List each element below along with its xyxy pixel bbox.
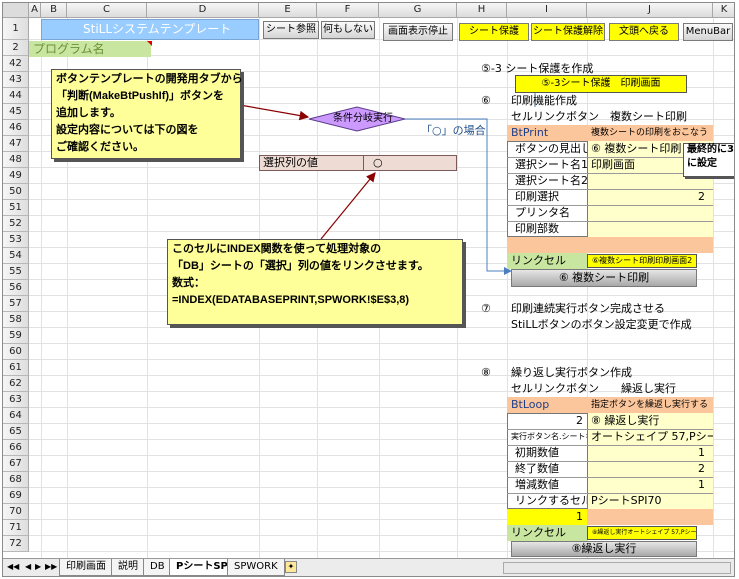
- section-7-title: 印刷連続実行ボタン完成させる: [511, 302, 665, 315]
- linkcell-value[interactable]: PシートSPI70: [587, 493, 709, 509]
- loop-exec-button[interactable]: ⑧繰返し実行: [511, 541, 697, 557]
- tab-last-icon[interactable]: ▶▶: [45, 562, 57, 571]
- printsel-value[interactable]: 2: [587, 189, 709, 205]
- section-6-title: 印刷機能作成: [511, 94, 577, 107]
- section-8-num: ⑧: [481, 366, 491, 379]
- btloop-name: BtLoop: [511, 398, 550, 411]
- callout-pointer-bottom: [320, 172, 376, 240]
- exec-label: 実行ボタン名.シート名: [511, 432, 587, 441]
- section-8-title: 繰り返し実行ボタン作成: [511, 366, 632, 379]
- new-sheet-icon[interactable]: ✦: [285, 561, 297, 573]
- link-label: リンクセル: [511, 254, 566, 267]
- tab-print-screen[interactable]: 印刷画面: [59, 559, 113, 576]
- end-label: 終了数値: [515, 462, 559, 475]
- inc-label: 増減数値: [515, 478, 559, 491]
- loop-number[interactable]: 2: [507, 413, 587, 429]
- sheet-tab-bar: ◀◀ ◀ ▶ ▶▶ 印刷画面 説明 DB PシートSP SPWORK ✦: [3, 558, 734, 576]
- callout-bottom: このセルにINDEX関数を使って処理対象の 「DB」シートの「選択」列の値をリン…: [167, 239, 463, 325]
- horizontal-scrollbar[interactable]: [503, 562, 731, 574]
- link2-label: リンクセル: [511, 526, 566, 539]
- caption-label: ボタンの見出し: [515, 142, 587, 155]
- tab-next-icon[interactable]: ▶: [35, 562, 41, 571]
- section-8-sub: セルリンクボタン 繰返し実行: [511, 382, 676, 395]
- section-6-sub: セルリンクボタン 複数シート印刷: [511, 110, 687, 123]
- section-7-num: ⑦: [481, 302, 491, 315]
- copies-label: 印刷部数: [515, 222, 559, 235]
- btprint-name: BtPrint: [511, 126, 549, 139]
- linkcell-label: リンクするセル: [515, 494, 587, 507]
- link2-value[interactable]: ⑧繰返し実行オートシェイプ 57,PシートSP1 2 1 PシートSPI70: [587, 526, 697, 540]
- inc-value[interactable]: 1: [587, 477, 709, 493]
- callout-pointer-top: [239, 104, 310, 121]
- multi-print-button[interactable]: ⑥ 複数シート印刷: [511, 269, 697, 287]
- btprint-desc: 複数シートの印刷をおこなう: [591, 128, 709, 138]
- callout-top: ボタンテンプレートの開発用タブから 「判断(MakeBtPushIf)」ボタンを…: [51, 69, 243, 159]
- case-label: 「○」の場合: [421, 124, 486, 137]
- tab-psp[interactable]: PシートSP: [169, 559, 235, 576]
- btloop-desc: 指定ボタンを繰返し実行する: [591, 400, 709, 410]
- loop-caption[interactable]: ⑧ 繰返し実行: [587, 413, 709, 429]
- init-value[interactable]: 1: [587, 445, 709, 461]
- end-value[interactable]: 2: [587, 461, 709, 477]
- exec-value[interactable]: オートシェイプ 57,PシートSP: [587, 429, 713, 445]
- protect-print-button[interactable]: ⑤-3シート保護 印刷画面: [515, 75, 687, 93]
- printer-label: プリンタ名: [515, 206, 570, 219]
- tab-spwork[interactable]: SPWORK: [227, 559, 285, 576]
- printsel-label: 印刷選択: [515, 190, 559, 203]
- section-6-num: ⑥: [481, 94, 491, 107]
- row70-value[interactable]: 1: [507, 509, 587, 525]
- sheet1-label: 選択シート名1: [515, 158, 587, 171]
- init-label: 初期数値: [515, 446, 559, 459]
- spreadsheet: A B C D E F G H I J K 1 2 42 43 44 45 46 47 48 49…: [2, 2, 735, 577]
- sheet2-label: 選択シート名2: [515, 174, 587, 187]
- tab-prev-icon[interactable]: ◀: [25, 562, 31, 571]
- section-7-sub: StiLLボタンのボタン設定変更で作成: [511, 318, 692, 331]
- condition-diamond-label: 条件分岐実行: [333, 113, 393, 124]
- tab-description[interactable]: 説明: [111, 559, 145, 576]
- select-label: 選択列の値: [263, 156, 318, 169]
- tab-first-icon[interactable]: ◀◀: [7, 562, 19, 571]
- link-value[interactable]: ⑥複数シート印刷印刷画面2: [587, 254, 697, 268]
- tab-db[interactable]: DB: [143, 559, 172, 576]
- select-value[interactable]: ○: [369, 155, 409, 171]
- orange-band-54: [507, 237, 713, 253]
- note-text: 最終的に3 に設定: [687, 144, 734, 169]
